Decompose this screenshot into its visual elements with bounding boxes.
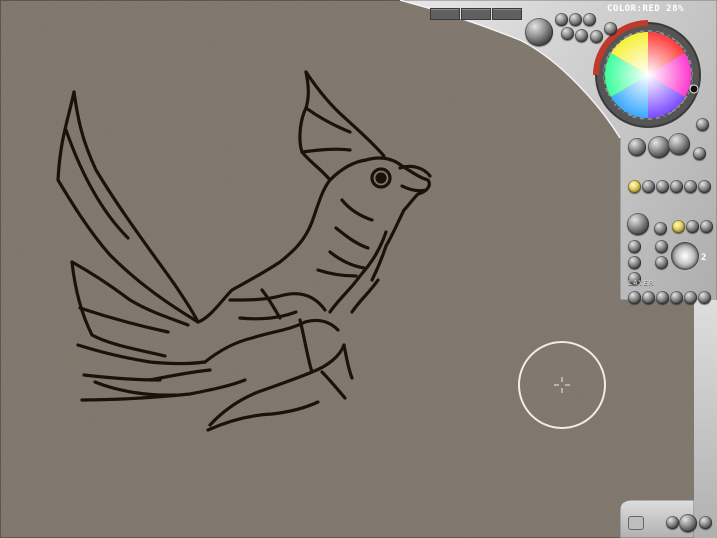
knob-button[interactable] — [700, 220, 713, 233]
knob-button[interactable] — [569, 13, 582, 26]
zoom-knob[interactable] — [679, 514, 697, 532]
knob-button[interactable] — [628, 240, 641, 253]
brush-knob[interactable] — [627, 213, 649, 235]
knob-button[interactable] — [699, 516, 712, 529]
layer-knob[interactable] — [656, 291, 669, 304]
layer-knob[interactable] — [628, 291, 641, 304]
knob-button[interactable] — [654, 222, 667, 235]
layer-knob[interactable] — [670, 291, 683, 304]
tool-knob[interactable] — [628, 180, 641, 193]
knob-button[interactable] — [604, 22, 617, 35]
artrage-workspace: COLOR:RED 28% 2 LAYER — [0, 0, 717, 538]
tool-knob[interactable] — [642, 180, 655, 193]
knob-button[interactable] — [672, 220, 685, 233]
swatch-knob[interactable] — [628, 138, 646, 156]
knob-button[interactable] — [561, 27, 574, 40]
knob-button[interactable] — [666, 516, 679, 529]
drawing-canvas[interactable] — [0, 0, 717, 538]
layer-knob[interactable] — [684, 291, 697, 304]
tool-knob[interactable] — [698, 180, 711, 193]
knob-button[interactable] — [583, 13, 596, 26]
preset-slot[interactable] — [430, 8, 460, 20]
layer-knob[interactable] — [642, 291, 655, 304]
knob-button[interactable] — [590, 30, 603, 43]
swatch-knob[interactable] — [693, 147, 706, 160]
knob-button[interactable] — [575, 29, 588, 42]
knob-button[interactable] — [555, 13, 568, 26]
tool-knob[interactable] — [670, 180, 683, 193]
knob-button[interactable] — [655, 240, 668, 253]
color-picker — [593, 20, 701, 128]
mixer-icon[interactable] — [628, 516, 644, 530]
tool-knob[interactable] — [656, 180, 669, 193]
brush-size-readout: 2 — [701, 253, 707, 263]
layer-panel-label: LAYER — [628, 279, 655, 287]
knob-button[interactable] — [628, 256, 641, 269]
knob-button[interactable] — [696, 118, 709, 131]
color-readout: COLOR:RED 28% — [607, 4, 684, 14]
brush-preview-icon — [671, 242, 699, 270]
tool-knob[interactable] — [684, 180, 697, 193]
knob-button[interactable] — [686, 220, 699, 233]
swatch-knob[interactable] — [668, 133, 690, 155]
preset-slot[interactable] — [492, 8, 522, 20]
layer-knob[interactable] — [698, 291, 711, 304]
preset-slot[interactable] — [461, 8, 491, 20]
swatch-knob[interactable] — [648, 136, 670, 158]
knob-button[interactable] — [655, 256, 668, 269]
color-mode-knob[interactable] — [525, 18, 553, 46]
